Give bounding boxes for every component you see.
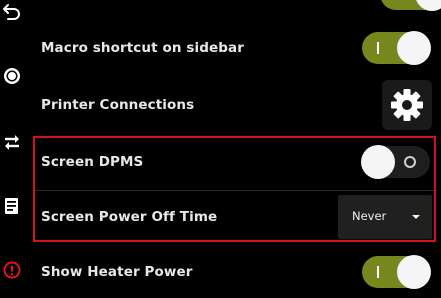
setting-row-printer-connections: Printer Connections — [31, 82, 441, 132]
toggle-knob — [397, 255, 431, 289]
setting-row-show-heater-power: Show Heater Power — [31, 252, 441, 292]
list-icon[interactable] — [2, 196, 22, 216]
toggle-knob — [397, 31, 431, 65]
swap-arrows-icon[interactable] — [2, 132, 22, 152]
macro-shortcut-toggle[interactable] — [362, 31, 431, 65]
sidebar — [0, 0, 28, 298]
toggle-knob — [361, 145, 395, 179]
select-value: Never — [352, 209, 387, 223]
toggle-on-mark — [377, 42, 379, 54]
partial-toggle-top[interactable] — [380, 0, 441, 11]
back-arrow-icon[interactable] — [2, 1, 22, 21]
setting-label: Show Heater Power — [41, 264, 193, 280]
toggle-knob — [415, 0, 441, 11]
chevron-down-icon — [412, 215, 420, 219]
setting-label: Screen Power Off Time — [41, 209, 218, 225]
toggle-on-mark — [377, 266, 379, 278]
circle-icon[interactable] — [2, 66, 22, 86]
alert-icon[interactable] — [2, 260, 22, 280]
screen-dpms-toggle[interactable] — [361, 145, 430, 179]
setting-row-screen-dpms: Screen DPMS — [31, 142, 441, 186]
printer-connections-button[interactable] — [382, 80, 432, 130]
setting-label: Screen DPMS — [41, 154, 144, 170]
row-divider — [35, 136, 437, 137]
toggle-off-mark — [404, 156, 416, 168]
screen-power-off-time-select[interactable]: Never — [338, 195, 432, 239]
setting-label: Printer Connections — [41, 97, 195, 113]
show-heater-power-toggle[interactable] — [362, 255, 431, 289]
setting-row-macro-shortcut: Macro shortcut on sidebar — [31, 28, 441, 68]
gear-icon — [391, 89, 423, 121]
row-divider — [35, 190, 437, 191]
setting-label: Macro shortcut on sidebar — [41, 40, 244, 56]
settings-panel: Macro shortcut on sidebar Printer Connec… — [31, 0, 441, 298]
